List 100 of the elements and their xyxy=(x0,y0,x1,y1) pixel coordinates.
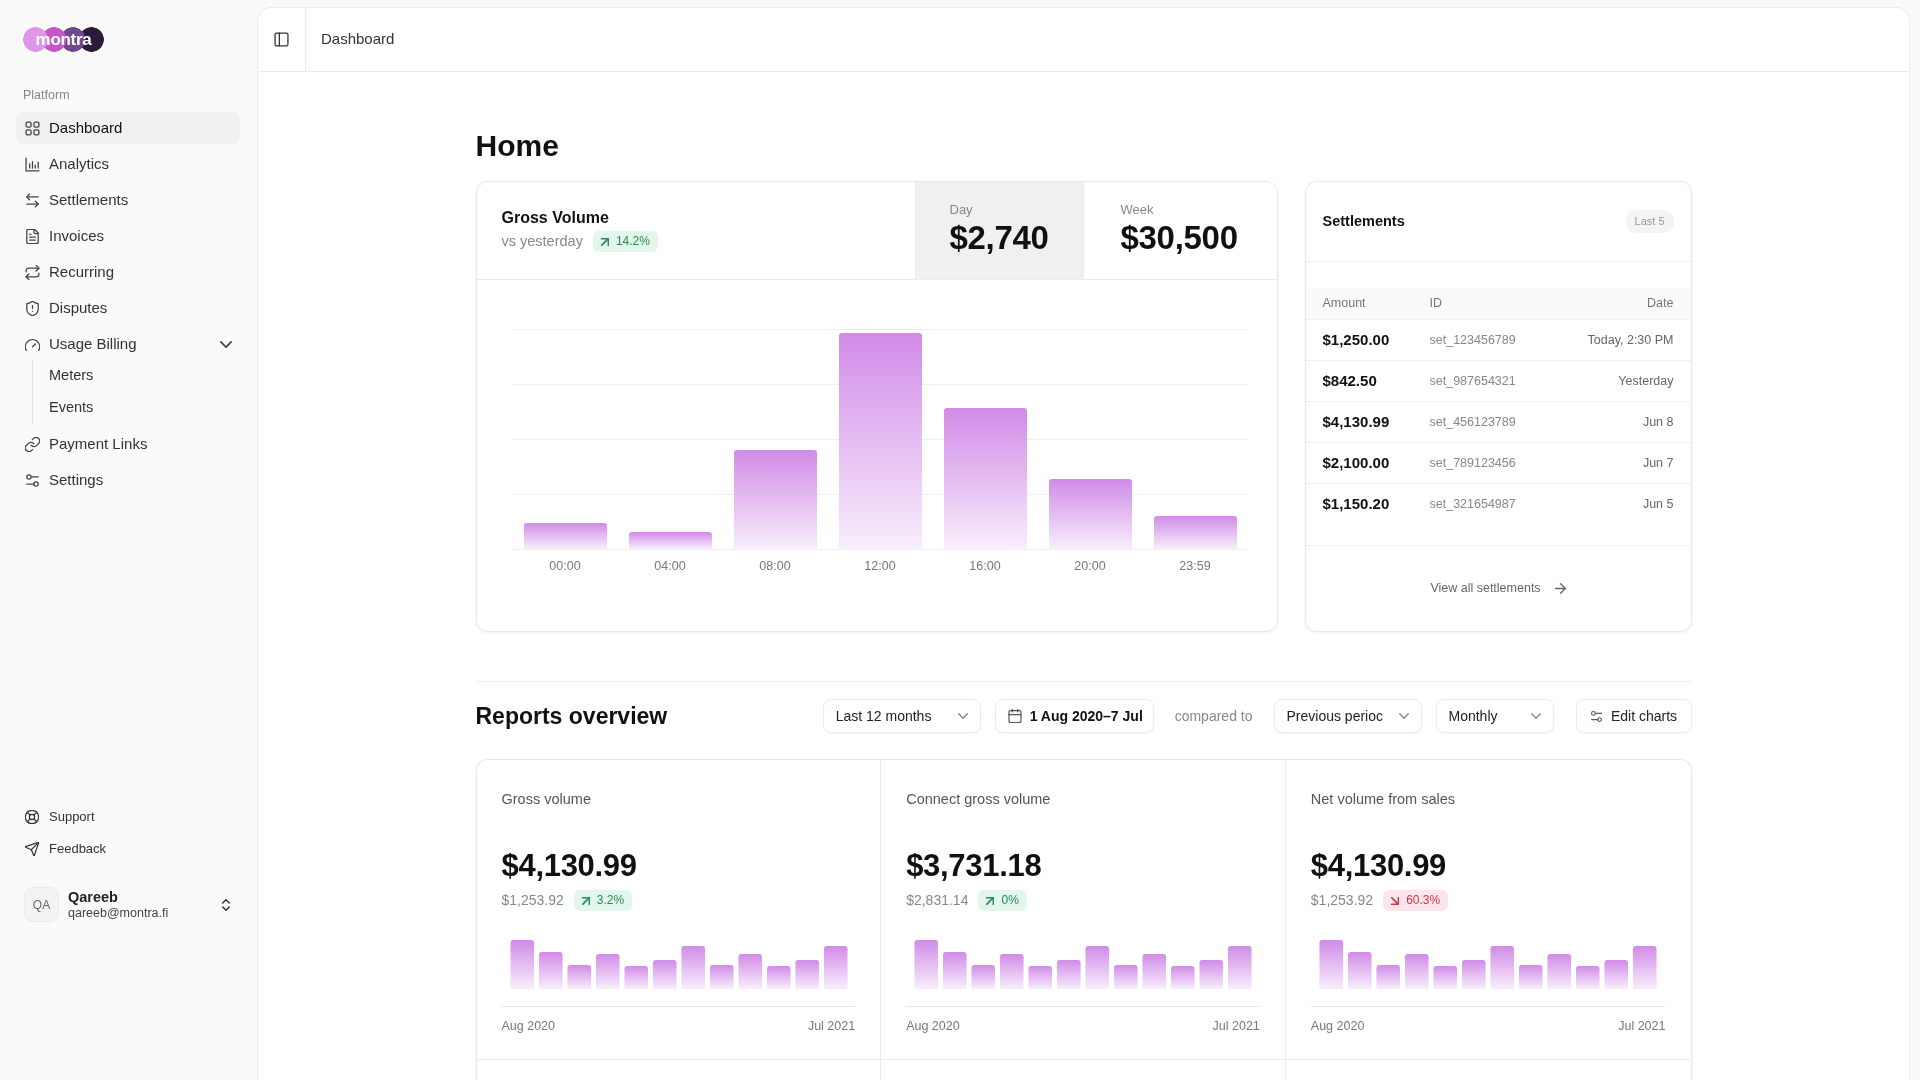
comparison-label: vs yesterday xyxy=(501,232,583,251)
arrow-up-right-icon xyxy=(600,237,609,246)
dropdown[interactable]: Last 12 months xyxy=(822,699,981,733)
link-icon xyxy=(25,436,40,452)
previous-value: $1,253.92 xyxy=(1310,891,1374,910)
chevron-up-down-icon[interactable] xyxy=(222,898,230,911)
avatar: QA xyxy=(24,887,59,922)
compare-label: compared to xyxy=(1174,706,1253,726)
card-title: Settlements xyxy=(1322,211,1405,231)
nav-item[interactable]: Invoices xyxy=(16,220,240,252)
change-percent: 14.2% xyxy=(615,234,650,250)
axis-label: Aug 2020 xyxy=(1310,1018,1365,1035)
nav-item[interactable]: Disputes xyxy=(16,292,240,324)
table-cell-text: Jun 8 xyxy=(1642,413,1674,431)
axis-label: 04:00 xyxy=(653,558,687,575)
table-cell-text: $2,100.00 xyxy=(1322,452,1391,473)
column-header: Date xyxy=(1647,295,1674,313)
date-range-button[interactable]: 1 Aug 2020–7 Jul xyxy=(994,699,1154,733)
lifebuoy-icon xyxy=(25,810,39,824)
bar-chart-icon xyxy=(25,156,40,172)
axis-label: 00:00 xyxy=(548,558,582,575)
grid-icon xyxy=(25,120,40,136)
axis-label: 23:59 xyxy=(1178,558,1212,575)
nav-item[interactable]: Payment Links xyxy=(16,428,240,460)
table-cell-text: $1,150.20 xyxy=(1322,493,1391,514)
card-title: Gross Volume xyxy=(501,208,610,227)
edit-charts-button[interactable]: Edit charts xyxy=(1575,699,1692,733)
column-header: Amount xyxy=(1322,295,1367,313)
view-all-link[interactable]: View all settlements xyxy=(1430,579,1566,598)
user-name: Qareeb xyxy=(68,888,119,906)
axis-label: Jul 2021 xyxy=(1212,1018,1260,1035)
arrow-down-right-icon xyxy=(1391,896,1400,905)
axis-label: 08:00 xyxy=(758,558,792,575)
repeat-icon xyxy=(25,264,40,280)
breadcrumb: Dashboard xyxy=(320,29,395,50)
change-percent: 60.3% xyxy=(1406,893,1441,908)
period-tab[interactable]: Week $30,500 xyxy=(1082,182,1277,279)
nav-item[interactable]: Analytics xyxy=(16,148,240,180)
table-cell-text: set_321654987 xyxy=(1429,495,1517,513)
nav-item[interactable]: Dashboard xyxy=(16,112,240,144)
sidebar-icon xyxy=(274,32,289,47)
shield-icon xyxy=(25,300,40,316)
nav-item[interactable]: Feedback xyxy=(16,833,240,865)
table-cell-text: Jun 5 xyxy=(1642,495,1674,513)
chevron-down-icon xyxy=(957,713,968,719)
axis-label: 20:00 xyxy=(1073,558,1107,575)
document-icon xyxy=(25,228,40,244)
metric-value: $4,130.99 xyxy=(1310,847,1448,885)
table-cell-text: set_987654321 xyxy=(1429,372,1517,390)
arrow-up-right-icon xyxy=(581,896,590,905)
column-header: ID xyxy=(1429,295,1443,313)
period-tab[interactable]: Day $2,740 xyxy=(914,182,1083,279)
table-cell-text: $4,130.99 xyxy=(1322,411,1391,432)
table-cell-text: set_456123789 xyxy=(1429,413,1517,431)
change-percent: 3.2% xyxy=(596,893,625,908)
count-badge: Last 5 xyxy=(1625,210,1674,233)
nav-item[interactable]: Events xyxy=(41,392,240,424)
previous-value: $2,831.14 xyxy=(906,891,969,910)
metric-value: $3,731.18 xyxy=(906,847,1043,885)
axis-label: Aug 2020 xyxy=(501,1018,556,1035)
dropdown[interactable]: Previous perioc xyxy=(1273,699,1422,733)
calendar-icon xyxy=(1007,709,1022,723)
gauge-icon xyxy=(25,336,40,352)
chevron-down-icon xyxy=(1398,713,1409,719)
axis-label: 12:00 xyxy=(863,558,897,575)
nav-item[interactable]: Recurring xyxy=(16,256,240,288)
metric-title: Connect gross volume xyxy=(906,791,1052,808)
arrow-right-icon xyxy=(1554,583,1566,594)
change-percent: 0% xyxy=(1001,893,1019,908)
axis-label: Jul 2021 xyxy=(1618,1018,1666,1035)
metric-title: Net volume from sales xyxy=(1310,791,1457,808)
dropdown[interactable]: Monthly xyxy=(1435,699,1554,733)
sliders-icon xyxy=(1589,709,1603,723)
metric-value: $4,130.99 xyxy=(501,847,638,885)
axis-label: 16:00 xyxy=(968,558,1002,575)
table-cell-text: set_789123456 xyxy=(1429,454,1517,472)
table-cell-text: $842.50 xyxy=(1322,370,1378,391)
table-cell-text: Today, 2:30 PM xyxy=(1587,331,1674,349)
axis-label: Aug 2020 xyxy=(906,1018,960,1035)
nav-item[interactable]: Usage Billing xyxy=(16,328,240,360)
axis-label: Jul 2021 xyxy=(807,1018,856,1035)
arrows-icon xyxy=(25,192,40,208)
chevron-down-icon xyxy=(1530,713,1541,719)
page-title: Home xyxy=(475,128,560,164)
send-icon xyxy=(25,842,39,856)
section-label: Platform xyxy=(22,88,71,103)
nav-item[interactable]: Settings xyxy=(16,464,240,496)
table-cell-text: Yesterday xyxy=(1618,372,1674,390)
sliders-icon xyxy=(25,472,40,488)
metric-title: Gross volume xyxy=(501,791,592,808)
nav-item[interactable]: Meters xyxy=(41,360,240,392)
previous-value: $1,253.92 xyxy=(501,891,564,910)
arrow-up-right-icon xyxy=(986,896,995,905)
table-cell-text: $1,250.00 xyxy=(1322,329,1391,350)
user-email: qareeb@montra.fi xyxy=(68,905,170,921)
section-title: Reports overview xyxy=(475,702,668,731)
nav-item[interactable]: Support xyxy=(16,801,240,833)
nav-item[interactable]: Settlements xyxy=(16,184,240,216)
table-cell-text: Jun 7 xyxy=(1642,454,1674,472)
table-cell-text: set_123456789 xyxy=(1429,331,1517,349)
